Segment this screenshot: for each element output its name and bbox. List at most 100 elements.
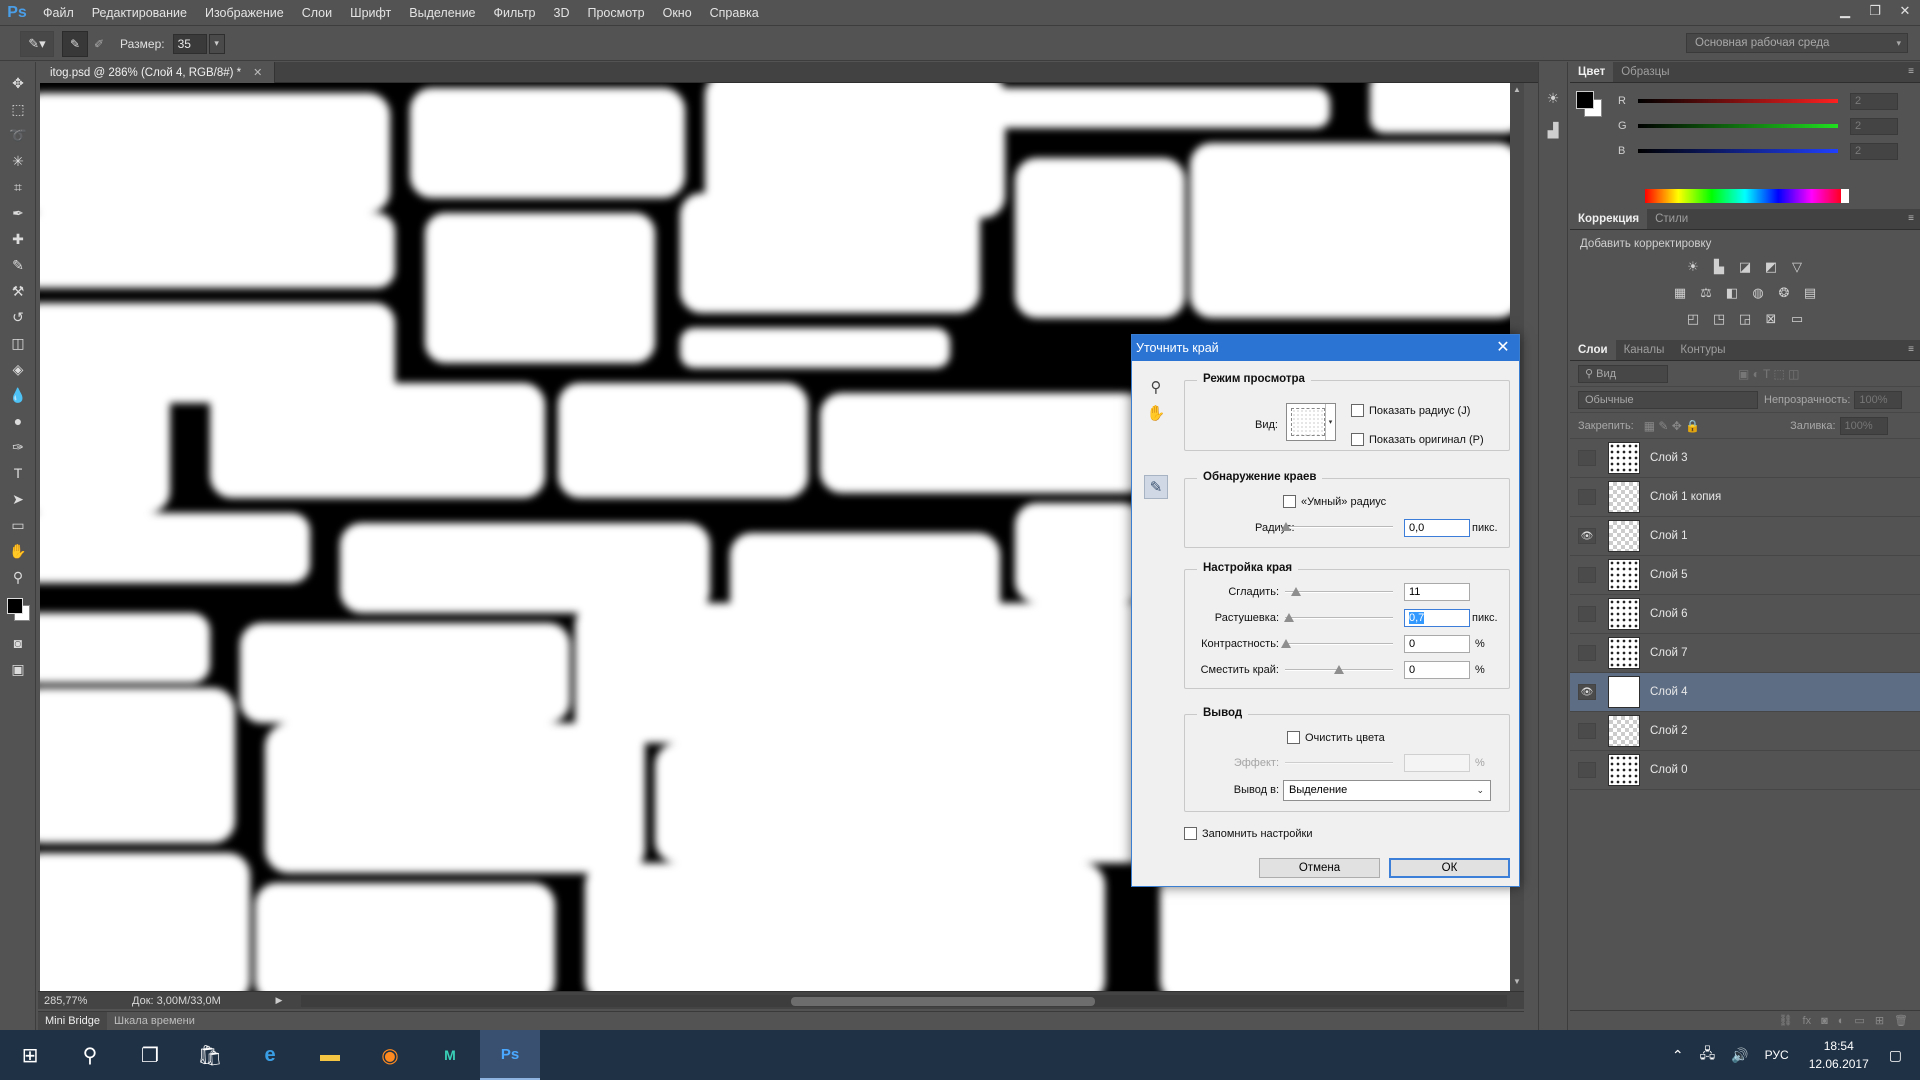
blend-mode-select[interactable]: Обычные [1578,390,1758,409]
blur-tool-icon[interactable]: 💧 [0,382,36,408]
blue-value[interactable]: 2 [1850,142,1898,160]
quick-mask-icon[interactable]: ◙ [0,630,36,656]
channel-mixer-icon[interactable]: ❂ [1774,284,1794,302]
feather-slider[interactable] [1284,613,1393,623]
close-tab-icon[interactable]: ✕ [253,66,262,79]
3ds-max-icon[interactable]: M [420,1030,480,1080]
posterize-icon[interactable]: ◳ [1709,310,1729,328]
dodge-tool-icon[interactable]: ● [0,408,36,434]
threshold-icon[interactable]: ◲ [1735,310,1755,328]
volume-icon[interactable]: 🔊 [1723,1047,1756,1064]
smooth-input[interactable]: 11 [1404,583,1470,601]
new-layer-icon[interactable]: ⊞ [1875,1014,1884,1027]
menu-file[interactable]: Файл [34,0,83,26]
scroll-down-icon[interactable]: ▼ [1510,977,1524,989]
horizontal-scrollbar[interactable] [301,995,1507,1007]
clone-stamp-tool-icon[interactable]: ⚒ [0,278,36,304]
zoom-tool-icon[interactable]: ⚲ [0,564,36,590]
hand-icon[interactable]: ✋ [1144,401,1168,425]
visibility-toggle[interactable]: 👁 [1578,684,1596,700]
layer-row[interactable]: Слой 5 [1570,556,1920,595]
scroll-up-icon[interactable]: ▲ [1510,85,1524,97]
view-mode-picker[interactable]: ▾ [1286,403,1336,441]
tab-timeline[interactable]: Шкала времени [107,1012,202,1031]
menu-help[interactable]: Справка [701,0,768,26]
tab-color[interactable]: Цвет [1570,62,1614,82]
healing-brush-tool-icon[interactable]: ✚ [0,226,36,252]
marquee-tool-icon[interactable]: ⬚ [0,96,36,122]
radius-slider[interactable] [1281,522,1393,532]
hand-tool-icon[interactable]: ✋ [0,538,36,564]
layer-style-icon[interactable]: fx [1803,1015,1812,1027]
edge-browser-icon[interactable]: e [240,1030,300,1080]
new-group-icon[interactable]: ▭ [1854,1014,1864,1027]
visibility-toggle[interactable] [1578,450,1596,466]
show-radius-checkbox[interactable] [1351,404,1364,417]
layer-row[interactable]: Слой 2 [1570,712,1920,751]
contrast-input[interactable]: 0 [1404,635,1470,653]
close-icon[interactable]: ✕ [1890,0,1920,22]
magic-wand-tool-icon[interactable]: ✳ [0,148,36,174]
brush-tool-icon[interactable]: ✎ [0,252,36,278]
firefox-icon[interactable]: ◉ [360,1030,420,1080]
show-original-checkbox[interactable] [1351,433,1364,446]
feather-input[interactable]: 0,7 [1404,609,1470,627]
workspace-select[interactable]: Основная рабочая среда ▾ [1686,33,1908,53]
menu-view[interactable]: Просмотр [579,0,654,26]
menu-image[interactable]: Изображение [196,0,293,26]
rectangle-tool-icon[interactable]: ▭ [0,512,36,538]
black-white-icon[interactable]: ◧ [1722,284,1742,302]
type-tool-icon[interactable]: T [0,460,36,486]
menu-window[interactable]: Окно [654,0,701,26]
layer-row[interactable]: Слой 7 [1570,634,1920,673]
cancel-button[interactable]: Отмена [1259,858,1380,878]
minimize-icon[interactable]: ▁ [1830,0,1860,22]
exposure-icon[interactable]: ◩ [1761,258,1781,276]
add-mask-icon[interactable]: ◙ [1821,1015,1828,1027]
photo-filter-icon[interactable]: ◍ [1748,284,1768,302]
hue-saturation-icon[interactable]: ▦ [1670,284,1690,302]
layer-filter-select[interactable]: ⚲ Вид [1578,364,1668,383]
foreground-color-swatch[interactable] [1576,91,1594,109]
layer-row[interactable]: 👁 Слой 1 [1570,517,1920,556]
shift-edge-input[interactable]: 0 [1404,661,1470,679]
dialog-titlebar[interactable]: Уточнить край ✕ [1132,335,1519,361]
radius-input[interactable]: 0,0 [1404,519,1470,537]
status-menu-arrow-icon[interactable]: ▶ [272,995,286,1006]
tool-preset-picker[interactable]: ✎▾ [20,30,54,57]
curves-icon[interactable]: ◪ [1735,258,1755,276]
spectrum-white-swatch[interactable] [1841,189,1849,203]
histogram-icon[interactable]: ▟ [1539,116,1567,144]
red-slider[interactable] [1638,99,1838,103]
eyedropper-tool-icon[interactable]: ✒ [0,200,36,226]
visibility-toggle[interactable] [1578,489,1596,505]
trash-icon[interactable]: 🗑 [1894,1014,1908,1027]
search-icon[interactable]: ⚲ [60,1030,120,1080]
selective-color-icon[interactable]: ⊠ [1761,310,1781,328]
document-tab[interactable]: itog.psd @ 286% (Слой 4, RGB/8#) * ✕ [38,62,276,83]
color-spectrum[interactable] [1645,189,1845,203]
size-dropdown-button[interactable]: ▾ [208,33,225,54]
menu-type[interactable]: Шрифт [341,0,400,26]
visibility-toggle[interactable] [1578,606,1596,622]
panel-menu-icon[interactable]: ≡ [1908,66,1914,77]
menu-filter[interactable]: Фильтр [485,0,545,26]
visibility-toggle[interactable] [1578,723,1596,739]
levels-icon[interactable]: ▙ [1709,258,1729,276]
windows-start-icon[interactable]: ⊞ [0,1030,60,1080]
photoshop-taskbar-icon[interactable]: Ps [480,1030,540,1080]
color-balance-icon[interactable]: ⚖ [1696,284,1716,302]
menu-edit[interactable]: Редактирование [83,0,196,26]
layer-row[interactable]: Слой 6 [1570,595,1920,634]
store-icon[interactable]: 🛍 [180,1030,240,1080]
vibrance-icon[interactable]: ▽ [1787,258,1807,276]
screen-mode-icon[interactable]: ▣ [0,656,36,682]
menu-layers[interactable]: Слои [293,0,341,26]
tab-styles[interactable]: Стили [1647,209,1696,229]
lasso-tool-icon[interactable]: ➰ [0,122,36,148]
visibility-toggle[interactable]: 👁 [1578,528,1596,544]
tab-adjustments[interactable]: Коррекция [1570,209,1648,229]
smooth-slider[interactable] [1285,587,1393,597]
contrast-slider[interactable] [1281,639,1393,649]
notifications-icon[interactable]: ▢ [1881,1047,1920,1064]
